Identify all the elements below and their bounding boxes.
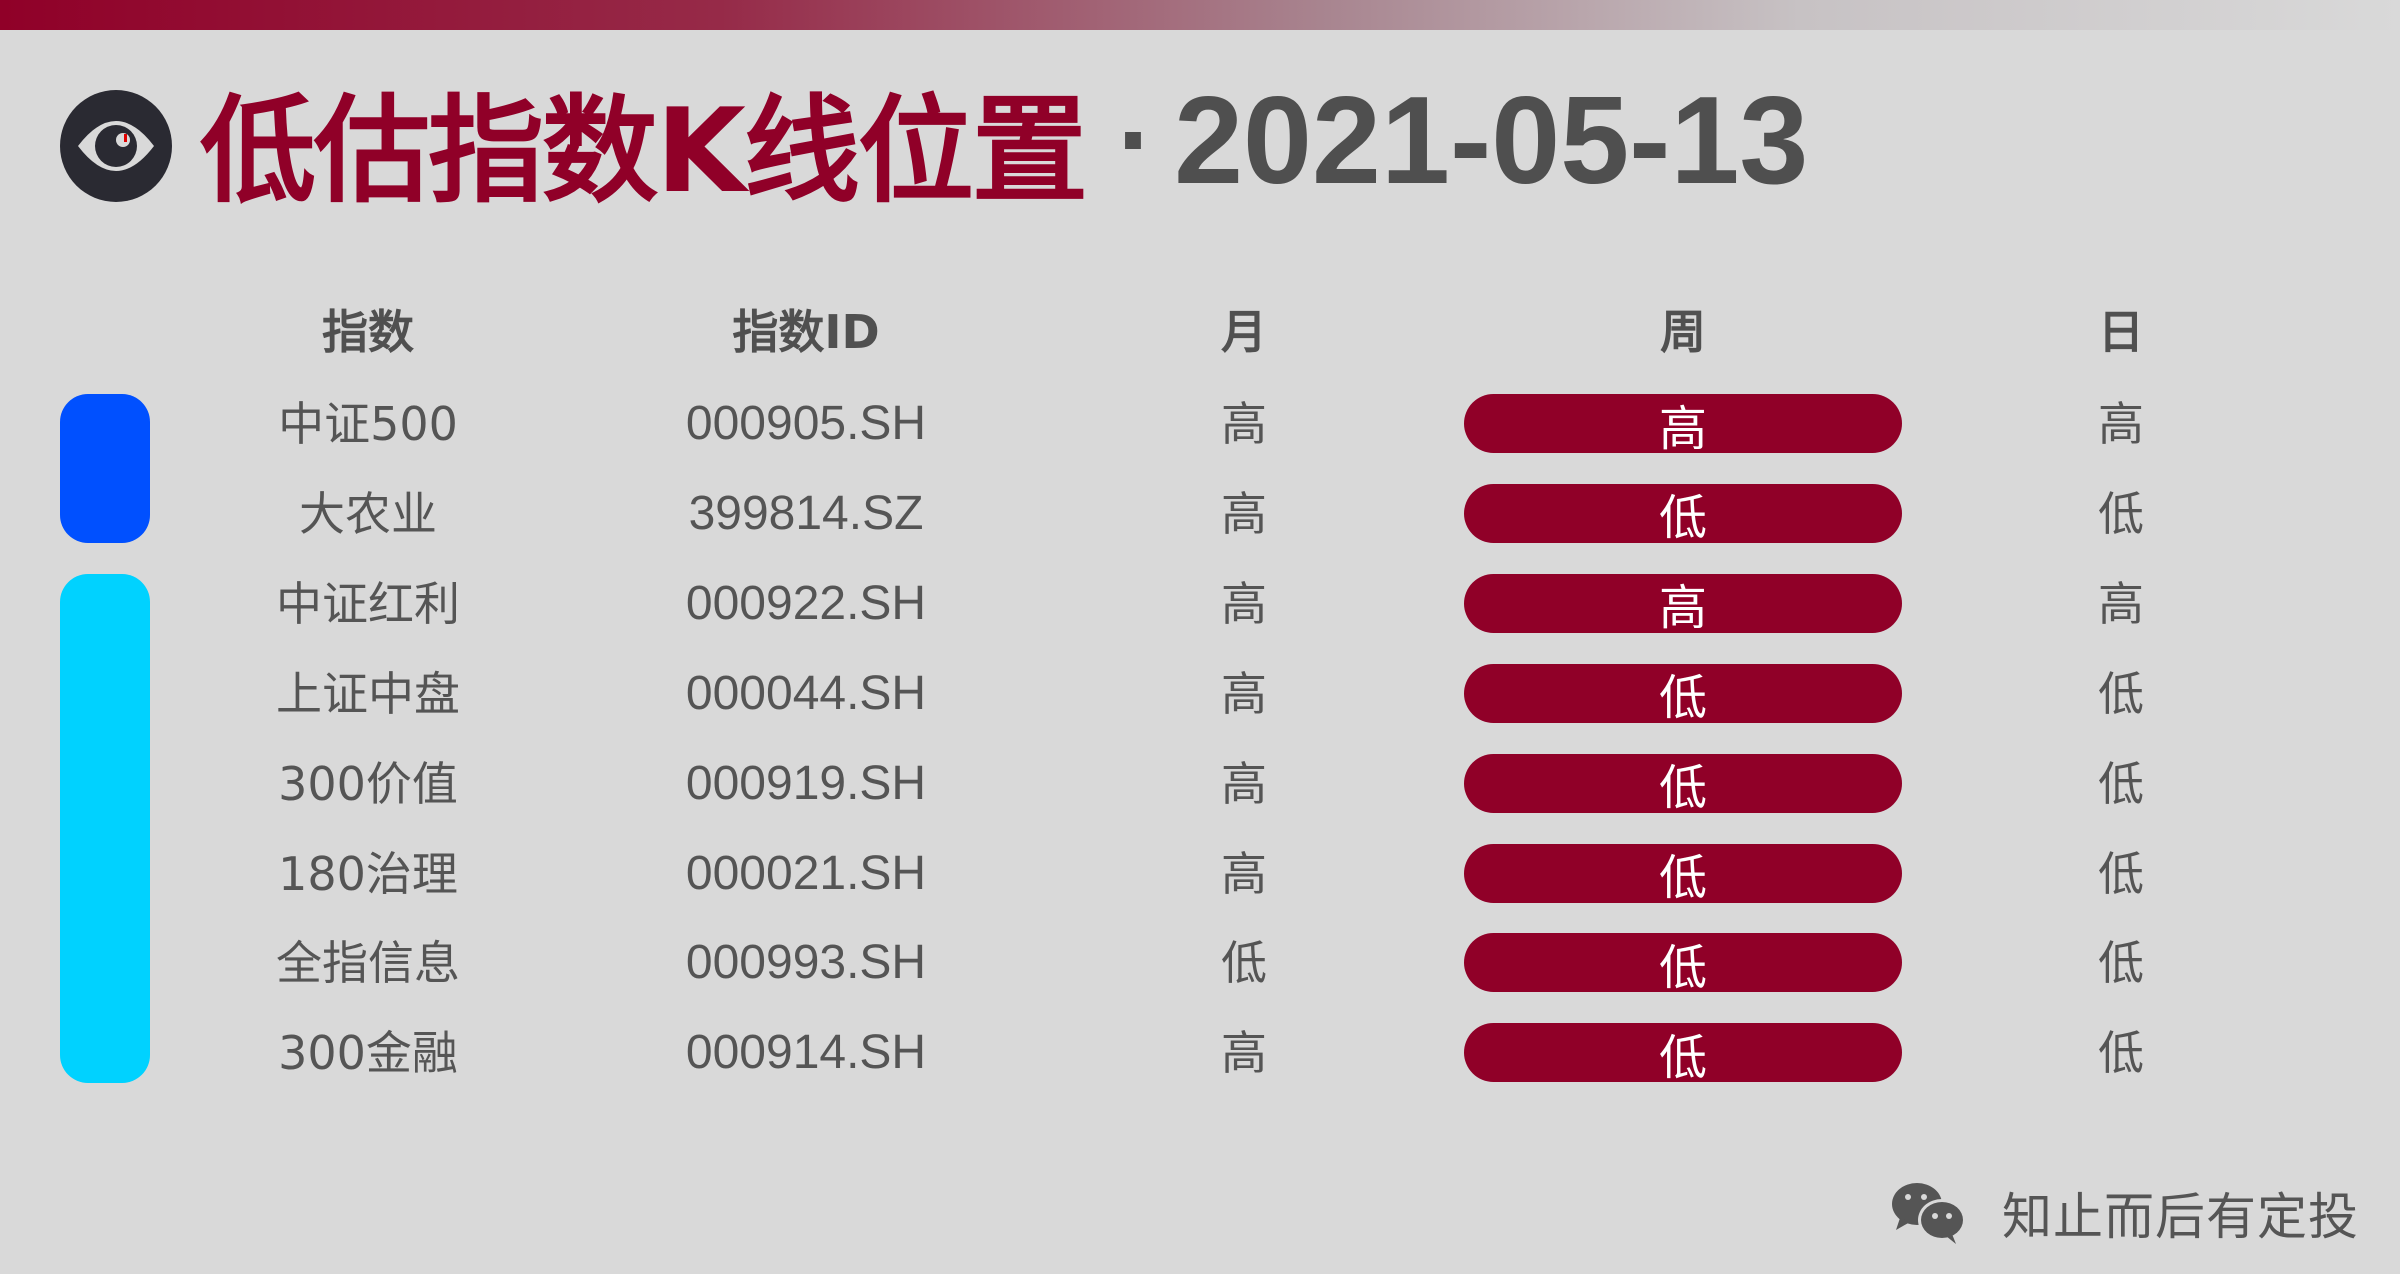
title-text: 低估指数K线位置 [200, 84, 1088, 219]
month-position: 高 [1221, 397, 1267, 451]
index-id: 000044.SH [685, 666, 927, 720]
table-row: 上证中盘 000044.SH 高 低 低 [0, 663, 2400, 726]
column-header-month: 月 [1221, 305, 1267, 359]
footer: 知止而后有定投 [1890, 1180, 2359, 1246]
day-position: 低 [2098, 846, 2144, 901]
index-id: 000905.SH [685, 397, 927, 450]
column-header-name: 指数 [322, 305, 414, 359]
group-bar-cyan [60, 574, 150, 1083]
table-row: 300金融 000914.SH 高 低 低 [0, 1023, 2400, 1086]
table-row: 大农业 399814.SZ 高 低 低 [0, 483, 2400, 546]
month-position: 高 [1221, 576, 1267, 631]
week-position-badge: 低 [1464, 663, 1902, 726]
month-position: 高 [1221, 1026, 1267, 1081]
table-row: 全指信息 000993.SH 低 低 低 [0, 933, 2400, 996]
day-position: 低 [2098, 936, 2144, 991]
table-row: 中证红利 000922.SH 高 高 高 [0, 573, 2400, 636]
month-position: 高 [1221, 756, 1267, 811]
table-row: 中证500 000905.SH 高 高 高 [0, 394, 2400, 457]
index-name: 全指信息 [276, 936, 460, 991]
day-position: 低 [2098, 1026, 2144, 1081]
eye-icon [60, 90, 172, 202]
week-position: 低 [1658, 939, 1707, 996]
index-name: 大农业 [299, 486, 437, 541]
week-position: 高 [1658, 580, 1707, 637]
month-position: 高 [1221, 666, 1267, 721]
index-name: 中证500 [278, 397, 458, 451]
index-name: 中证红利 [276, 576, 460, 631]
column-header-id: 指数ID [732, 305, 880, 359]
day-position: 高 [2098, 576, 2144, 631]
index-id: 000021.SH [685, 846, 927, 900]
day-position: 低 [2098, 486, 2144, 541]
week-position: 低 [1658, 670, 1707, 727]
week-position-badge: 高 [1464, 573, 1902, 636]
week-position: 高 [1658, 400, 1707, 457]
week-position-badge: 高 [1464, 394, 1902, 457]
column-header-week: 周 [1660, 305, 1706, 359]
week-position-badge: 低 [1464, 483, 1902, 546]
month-position: 高 [1221, 846, 1267, 901]
index-id: 000919.SH [685, 756, 927, 810]
index-id: 000922.SH [685, 576, 927, 630]
table-row: 180治理 000021.SH 高 低 低 [0, 843, 2400, 906]
column-header-day: 日 [2098, 305, 2144, 359]
footer-label: 知止而后有定投 [2002, 1188, 2359, 1246]
day-position: 低 [2098, 666, 2144, 721]
day-position: 高 [2098, 397, 2144, 451]
day-position: 低 [2098, 756, 2144, 811]
week-position-badge: 低 [1464, 1023, 1902, 1086]
index-name: 上证中盘 [276, 666, 460, 721]
title-separator: · [1115, 88, 1150, 194]
index-name: 180治理 [278, 846, 458, 901]
index-name: 300价值 [278, 756, 458, 811]
table-row: 300价值 000919.SH 高 低 低 [0, 753, 2400, 816]
week-position: 低 [1658, 1029, 1707, 1086]
week-position: 低 [1658, 760, 1707, 817]
month-position: 低 [1221, 936, 1267, 991]
week-position-badge: 低 [1464, 753, 1902, 816]
index-id: 000914.SH [685, 1026, 927, 1080]
week-position: 低 [1658, 490, 1707, 547]
index-name: 300金融 [278, 1026, 458, 1081]
wechat-icon [1892, 1183, 1966, 1244]
week-position-badge: 低 [1464, 933, 1902, 996]
index-id: 000993.SH [685, 936, 927, 990]
top-gradient-bar [0, 0, 2400, 30]
title-date: 2021-05-13 [1174, 72, 1809, 210]
page-title: 低估指数K线位置 · 2021-05-13 [200, 66, 1809, 219]
week-position-badge: 低 [1464, 843, 1902, 906]
week-position: 低 [1658, 850, 1707, 906]
index-id: 399814.SZ [688, 486, 924, 540]
month-position: 高 [1221, 486, 1267, 541]
